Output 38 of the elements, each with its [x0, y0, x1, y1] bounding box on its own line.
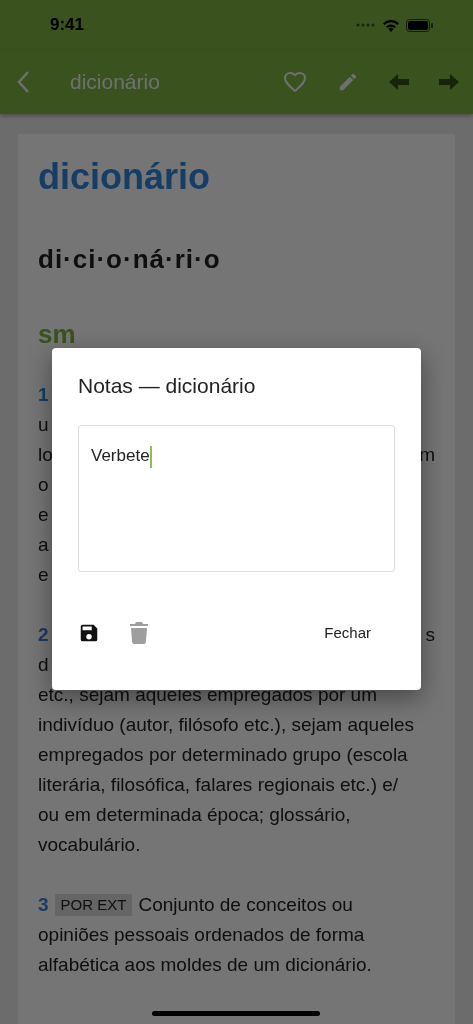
definition-text: literária, filosófica, falares regionais etc.) e/	[38, 773, 399, 797]
close-button[interactable]: Fechar	[324, 618, 371, 647]
sense-number: 3	[38, 893, 49, 917]
definition-text: o	[38, 473, 49, 497]
definition-text: alfabética aos moldes de um dicionário.	[38, 953, 372, 977]
app-bar-title: dicionário	[70, 70, 161, 94]
edit-button[interactable]	[337, 71, 359, 93]
definition-text: s	[425, 623, 435, 647]
status-time: 9:41	[50, 15, 85, 35]
definition-text: d	[38, 653, 49, 677]
next-button[interactable]	[439, 73, 459, 91]
dialog-title: Notas — dicionário	[78, 374, 257, 398]
previous-button[interactable]	[389, 73, 409, 91]
notes-field[interactable]: Verbete	[78, 425, 395, 572]
definition-text: empregados por determinado grupo (escola	[38, 743, 408, 767]
wifi-icon	[382, 18, 400, 32]
part-of-speech: sm	[38, 319, 77, 350]
definition-text: opiniões pessoais ordenados de forma	[38, 923, 365, 947]
definition-text: a	[38, 533, 49, 557]
headword: dicionário	[38, 156, 212, 198]
heart-button[interactable]	[283, 71, 307, 93]
definition-text: m	[419, 443, 435, 467]
usage-tag: POR EXT	[54, 894, 133, 916]
signal-icon	[356, 23, 376, 27]
back-button[interactable]	[16, 70, 30, 94]
sense-number: 1	[38, 383, 49, 407]
definition-text: e	[38, 503, 49, 527]
definition-text: Conjunto de conceitos ou	[138, 893, 353, 917]
definition-text: indivíduo (autor, filósofo etc.), sejam aqueles	[38, 713, 414, 737]
syllabification: di·ci·o·ná·ri·o	[38, 244, 222, 275]
definition-text: u	[38, 413, 49, 437]
sense-number: 2	[38, 623, 49, 647]
definition-text: etc., sejam aqueles empregados por um	[38, 683, 377, 707]
battery-icon	[406, 18, 433, 32]
definition-text: ou em determinada época; glossário,	[38, 803, 351, 827]
definition-text: lo	[38, 443, 53, 467]
definition-text: e	[38, 563, 49, 587]
definition-text: vocabulário.	[38, 833, 141, 857]
